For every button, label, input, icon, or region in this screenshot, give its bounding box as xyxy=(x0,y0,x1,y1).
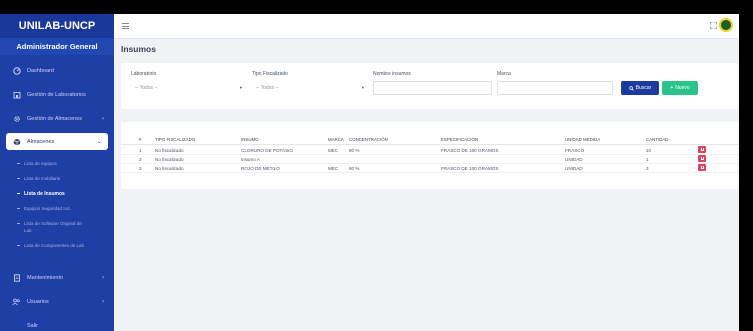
sidebar-item-label: Gestión de Laboratorios xyxy=(27,92,86,98)
sidebar-item-almacenes[interactable]: Almacenes ⌄ xyxy=(6,133,108,150)
sidebar: UNILAB-UNCP Administrador General Dashbo… xyxy=(0,14,114,331)
tipo-fiscalizado-select[interactable]: -- Todos -- ▾ xyxy=(252,81,367,95)
chevron-right-icon: › xyxy=(102,299,104,305)
submenu-item-seguridad[interactable]: Equipos Seguridad Ind. xyxy=(0,201,114,216)
delete-button[interactable] xyxy=(698,146,706,153)
box-icon xyxy=(12,137,21,146)
table-header: # TIPO FISCALIZADO INSUMO MARCA CONCENTR… xyxy=(121,135,738,145)
nombre-insumos-label: Nombre insumos xyxy=(373,71,411,77)
sidebar-item-label: Dashboard xyxy=(27,68,54,74)
top-navbar xyxy=(114,14,739,39)
nuevo-button[interactable]: + Nuevo xyxy=(662,81,698,95)
table-row: 2 No fiscalizado insumo A UNIDAD 1 xyxy=(121,155,738,164)
delete-button[interactable] xyxy=(698,155,706,162)
sidebar-item-mantenimiento[interactable]: Mantenimiento › xyxy=(0,266,114,290)
fullscreen-icon[interactable] xyxy=(710,22,717,29)
hamburger-menu-icon[interactable] xyxy=(122,23,129,31)
user-role: Administrador General xyxy=(0,38,114,55)
marca-label: Marca xyxy=(497,71,511,77)
buscar-button[interactable]: Buscar xyxy=(621,81,659,95)
users-icon xyxy=(12,298,21,307)
sidebar-item-label: Gestión de Almacenes xyxy=(27,116,83,122)
sidebar-item-gestion-almacenes[interactable]: Gestión de Almacenes › xyxy=(0,107,114,131)
screen-border-right xyxy=(739,0,753,331)
document-icon xyxy=(12,274,21,283)
search-icon xyxy=(628,85,634,91)
laboratorio-select[interactable]: -- Todos -- ▾ xyxy=(131,81,245,95)
trash-icon xyxy=(700,166,704,169)
sidebar-item-laboratorios[interactable]: Gestión de Laboratorios xyxy=(0,83,114,107)
sidebar-item-label: Almacenes xyxy=(27,138,55,145)
sidebar-item-dashboard[interactable]: Dashboard xyxy=(0,59,114,83)
chevron-right-icon: › xyxy=(102,275,104,281)
table-row: 1 No fiscalizado CLORURO DE POTASIO MEC … xyxy=(121,146,738,155)
insumos-table: # TIPO FISCALIZADO INSUMO MARCA CONCENTR… xyxy=(121,122,738,189)
chevron-down-icon: ⌄ xyxy=(96,139,102,145)
sidebar-item-label: Mantenimiento xyxy=(27,275,64,281)
marca-input[interactable] xyxy=(497,81,613,95)
brand-logo[interactable]: UNILAB-UNCP xyxy=(0,14,114,38)
sidebar-item-salir[interactable]: Salir xyxy=(0,314,114,331)
submenu-item-insumos[interactable]: Lista de Insumos xyxy=(0,186,114,201)
submenu-item-software[interactable]: Lista de Software Original de Lab xyxy=(0,216,114,238)
delete-button[interactable] xyxy=(698,164,706,171)
dashboard-icon xyxy=(12,67,21,76)
app-window: UNILAB-UNCP Administrador General Dashbo… xyxy=(0,0,753,331)
laboratorio-label: Laboratorio xyxy=(131,71,157,77)
chevron-right-icon: › xyxy=(102,116,104,122)
nombre-insumos-input[interactable] xyxy=(373,81,492,95)
sidebar-item-label: Salir xyxy=(27,323,39,329)
plus-icon: + xyxy=(670,85,674,91)
filter-panel: Laboratorio -- Todos -- ▾ Tipo Fiscaliza… xyxy=(121,63,738,109)
submenu-item-componentes[interactable]: Lista de Componentes de Lab xyxy=(0,238,114,260)
chevron-down-icon: ▾ xyxy=(361,85,364,90)
gear-icon xyxy=(12,115,21,124)
sidebar-item-usuarios[interactable]: Usuarios › xyxy=(0,290,114,314)
table-row: 3 No fiscalizado ROJO DE METILO MEC 80 %… xyxy=(121,164,738,173)
building-icon xyxy=(12,91,21,100)
page-title: Insumos xyxy=(121,44,156,54)
submenu-item-equipos[interactable]: Lista de equipos xyxy=(0,156,114,171)
trash-icon xyxy=(700,157,704,160)
trash-icon xyxy=(700,148,704,151)
avatar[interactable] xyxy=(719,18,733,32)
sidebar-item-label: Usuarios xyxy=(27,299,49,305)
screen-border-top xyxy=(0,0,753,14)
submenu-item-mobiliario[interactable]: Lista de mobiliario xyxy=(0,171,114,186)
tipo-fiscalizado-label: Tipo Fiscalizado xyxy=(252,71,288,77)
chevron-down-icon: ▾ xyxy=(239,85,242,90)
